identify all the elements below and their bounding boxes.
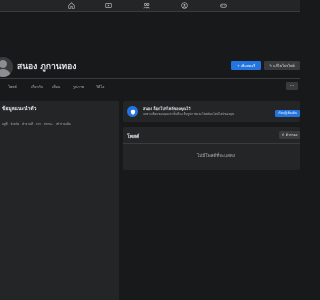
filter-icon: ⚟	[281, 133, 285, 137]
add-story-label: เพิ่มสตอรี่	[240, 63, 256, 68]
intro-card: ข้อมูลแนะนำตัว อยู่ที่ · จังหวัด · ทำงาน…	[0, 101, 119, 300]
notice-description: เฉพาะเพื่อนของคุณเท่านั้นที่จะเห็นรูปภาพ…	[143, 112, 235, 116]
posts-filter-button[interactable]: ⚟ ตัวกรอง	[279, 131, 300, 139]
posts-card: โพสต์ ⚟ ตัวกรอง ไม่มีโพสต์ที่จะแสดง	[123, 127, 300, 170]
add-story-button[interactable]: + เพิ่มสตอรี่	[231, 61, 261, 70]
avatar-head-shape	[0, 60, 7, 68]
avatar[interactable]	[0, 56, 14, 78]
intro-description: อยู่ที่ · จังหวัด · ทำงานที่ · จาก · สถา…	[2, 122, 71, 126]
tab-posts[interactable]: โพสต์	[8, 84, 17, 90]
posts-title: โพสต์	[127, 134, 140, 140]
people-icon[interactable]	[142, 1, 151, 10]
pencil-icon: ✎	[269, 63, 273, 68]
tab-friends[interactable]: เพื่อน	[52, 84, 60, 90]
home-icon[interactable]	[67, 1, 76, 10]
tab-about[interactable]: เกี่ยวกับ	[31, 84, 43, 90]
posts-divider	[123, 143, 300, 144]
groups-icon[interactable]	[180, 1, 189, 10]
no-posts-message: ไม่มีโพสต์ที่จะแสดง	[197, 154, 236, 159]
header-divider	[0, 78, 300, 79]
profile-name: สนอง ภูกานทอง	[17, 62, 77, 72]
shield-icon	[127, 106, 138, 117]
tab-photos[interactable]: รูปภาพ	[73, 84, 84, 90]
avatar-body-shape	[0, 69, 11, 77]
profile-lock-notice: สนอง ล็อกโปรไฟล์ของคุณไว้ เฉพาะเพื่อนของ…	[123, 101, 300, 122]
top-navigation-bar	[0, 0, 300, 12]
tab-videos[interactable]: วิดีโอ	[96, 84, 104, 90]
plus-icon: +	[236, 63, 240, 68]
tab-more-button[interactable]: ⋯	[286, 82, 298, 90]
edit-profile-button[interactable]: ✎ แก้ไขโปรไฟล์	[264, 61, 300, 70]
filter-label: ตัวกรอง	[285, 132, 298, 137]
profile-content: ข้อมูลแนะนำตัว อยู่ที่ · จังหวัด · ทำงาน…	[0, 98, 300, 300]
video-icon[interactable]	[104, 1, 113, 10]
profile-tabs: โพสต์ เกี่ยวกับ เพื่อน รูปภาพ วิดีโอ ⋯	[0, 81, 300, 93]
gaming-icon[interactable]	[219, 1, 228, 10]
edit-profile-label: แก้ไขโปรไฟล์	[273, 63, 295, 68]
intro-title: ข้อมูลแนะนำตัว	[2, 106, 37, 112]
learn-more-button[interactable]: เรียนรู้เพิ่มเติม	[275, 110, 300, 117]
